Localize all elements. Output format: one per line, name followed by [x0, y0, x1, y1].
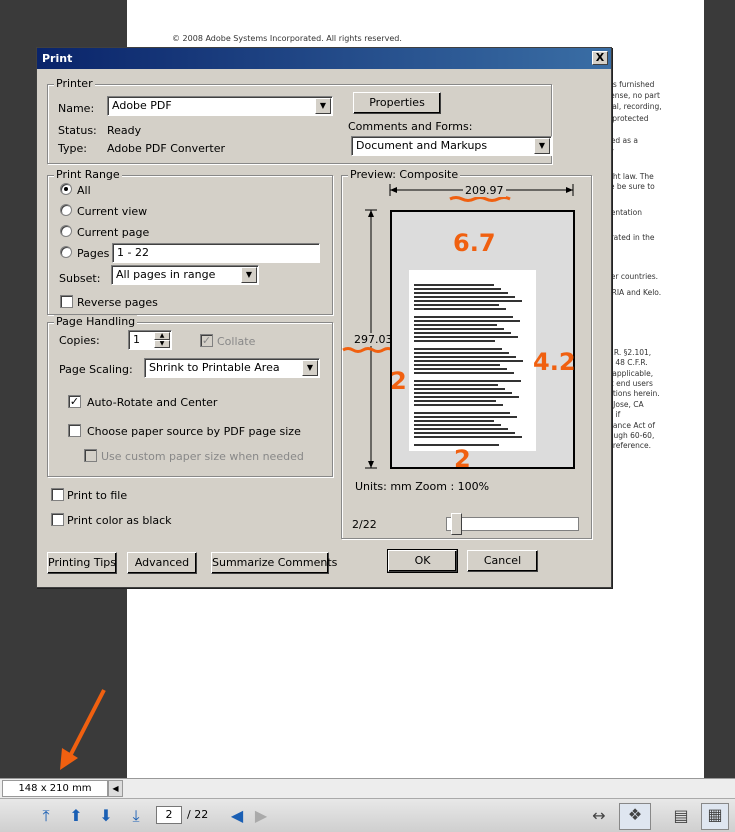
preview-text-line: [414, 420, 494, 422]
preview-text-line: [414, 288, 501, 290]
next-page-icon[interactable]: ⬇: [95, 805, 117, 827]
preview-text-line: [414, 400, 496, 402]
preview-text-line: [414, 412, 510, 414]
preview-text-line: [414, 308, 506, 310]
continuous-page-icon[interactable]: ▦: [701, 803, 729, 830]
preview-text-line: [414, 396, 519, 398]
back-view-icon[interactable]: ◀: [226, 805, 248, 827]
preview-text-line: [414, 352, 509, 354]
preview-slider-track[interactable]: [446, 517, 579, 531]
advanced-button[interactable]: Advanced: [127, 552, 197, 574]
preview-units: Units: mm Zoom : 100%: [355, 480, 490, 493]
preview-text-line: [414, 332, 511, 334]
preview-text-line: [414, 292, 508, 294]
preview-page-indicator: 2/22: [352, 518, 377, 531]
preview-dimension-lines: [60, 184, 574, 770]
preview-text-line: [414, 364, 500, 366]
preview-text-line: [414, 320, 520, 322]
annotation-bottom: 2: [454, 445, 471, 473]
preview-text-line: [414, 372, 514, 374]
preview-text-line: [414, 424, 501, 426]
preview-width: 209.97: [463, 184, 506, 197]
last-page-icon[interactable]: ⤓: [125, 805, 147, 827]
preview-text-line: [414, 348, 502, 350]
preview-text-line: [414, 328, 504, 330]
preview-text-line: [414, 436, 522, 438]
preview-text-line: [414, 416, 517, 418]
scroll-left-icon[interactable]: ◀: [108, 780, 123, 797]
summarize-comments-button[interactable]: Summarize Comments: [211, 552, 337, 574]
preview-text-line: [414, 316, 513, 318]
annotation-top: 6.7: [453, 229, 496, 257]
cancel-button[interactable]: Cancel: [467, 550, 538, 572]
fit-width-icon[interactable]: ↔: [588, 805, 610, 827]
fit-page-icon[interactable]: ❖: [619, 803, 651, 830]
previous-page-icon[interactable]: ⬆: [65, 805, 87, 827]
preview-text-line: [414, 360, 523, 362]
first-page-icon[interactable]: ⤒: [35, 805, 57, 827]
preview-text-line: [414, 432, 515, 434]
preview-text-line: [414, 340, 495, 342]
annotation-left: 2: [390, 367, 407, 395]
preview-text-line: [414, 380, 521, 382]
arrow-annotation-head: [60, 748, 78, 770]
preview-text-line: [414, 284, 494, 286]
single-page-icon[interactable]: ▤: [670, 805, 692, 827]
preview-text-line: [414, 296, 515, 298]
forward-view-icon[interactable]: ▶: [250, 805, 272, 827]
page-size-label[interactable]: 148 x 210 mm: [2, 780, 108, 797]
preview-height: 297.03: [354, 333, 393, 346]
preview-text-line: [414, 404, 503, 406]
preview-text-line: [414, 324, 497, 326]
preview-text-line: [414, 388, 505, 390]
preview-text-line: [414, 428, 508, 430]
preview-text-line: [414, 368, 507, 370]
preview-text-line: [414, 304, 499, 306]
arrow-annotation-line: [66, 689, 106, 761]
annotation-right: 4.2: [533, 348, 576, 376]
preview-text-line: [414, 392, 512, 394]
preview-text-line: [414, 300, 522, 302]
ok-button[interactable]: OK: [387, 549, 458, 573]
preview-text-line: [414, 384, 498, 386]
page-number-input[interactable]: 2: [156, 806, 182, 824]
preview-text-line: [414, 336, 518, 338]
printing-tips-button[interactable]: Printing Tips: [47, 552, 117, 574]
page-total: / 22: [187, 808, 209, 821]
width-scribble: [449, 196, 511, 202]
preview-text-line: [414, 356, 516, 358]
preview-slider-thumb[interactable]: [451, 513, 462, 535]
